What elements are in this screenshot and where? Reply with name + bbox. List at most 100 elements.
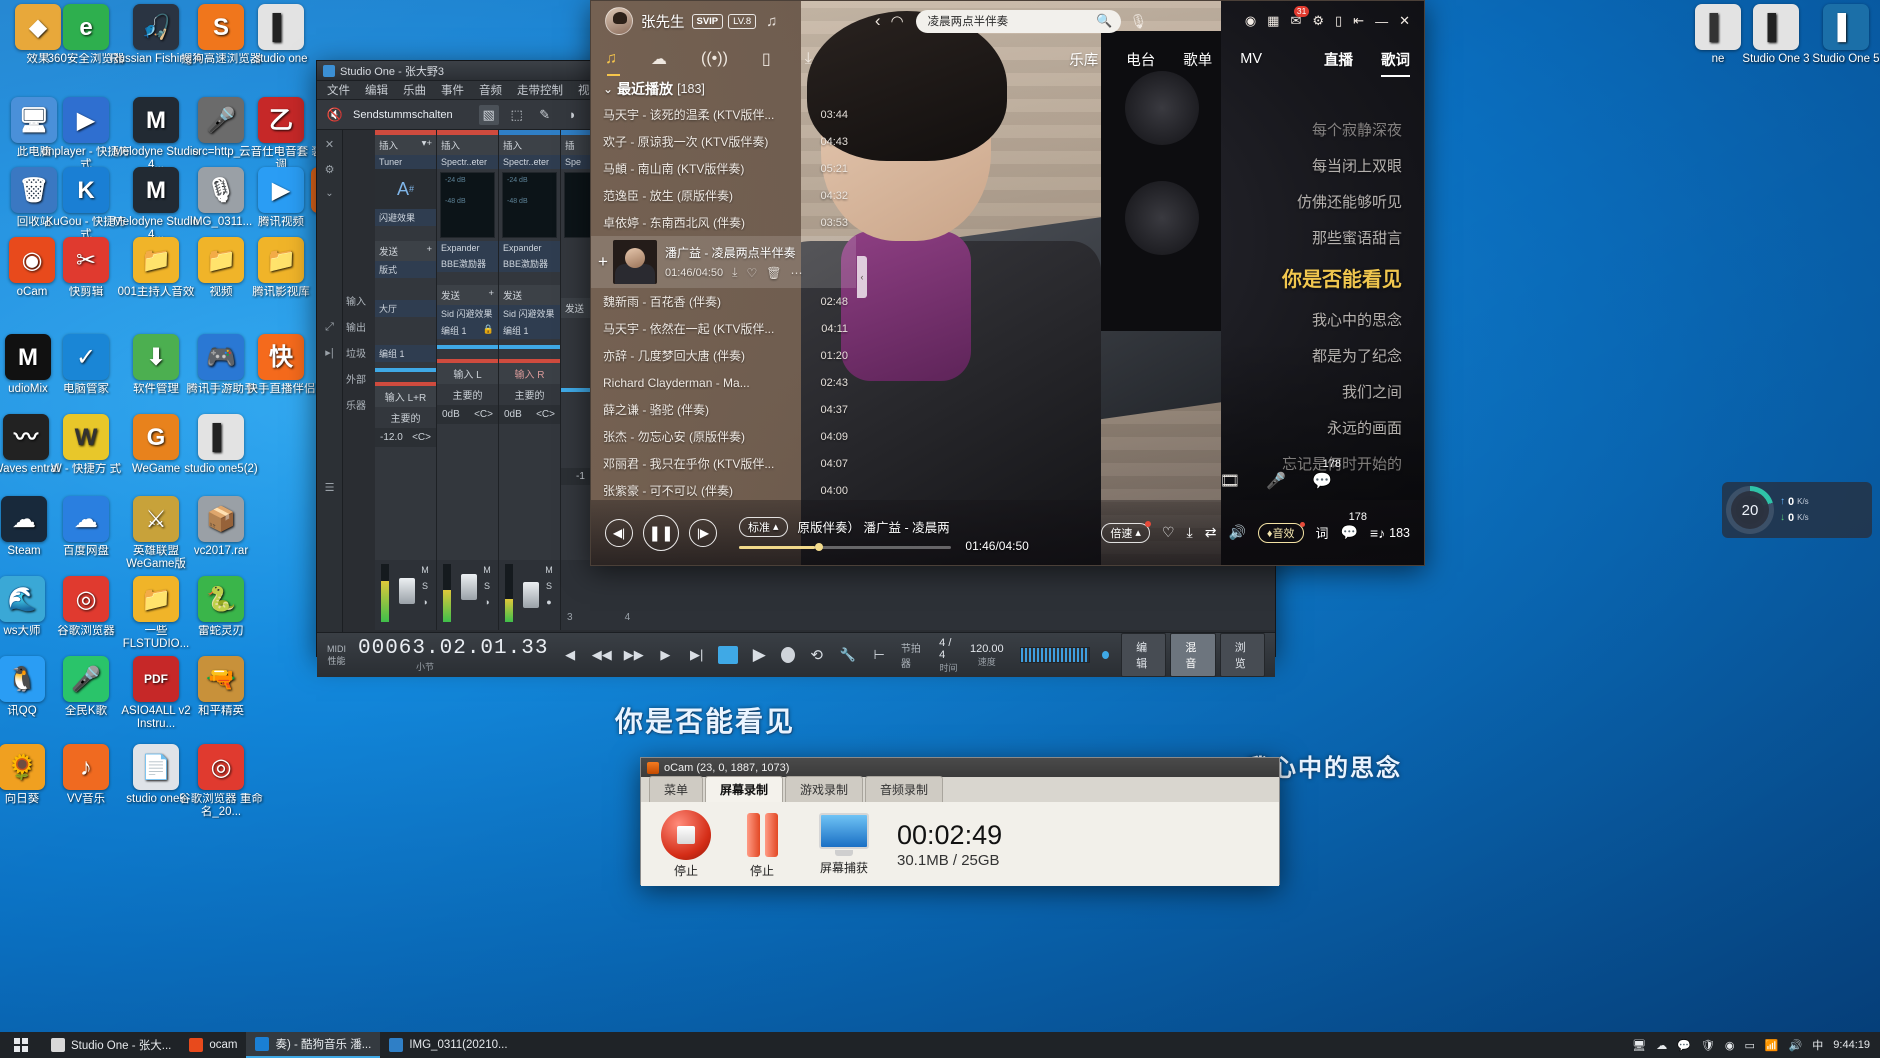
channel-db-pan[interactable]: 0dB <C> (437, 405, 498, 424)
menu-event[interactable]: 事件 (441, 82, 464, 98)
list-item[interactable]: 欢子 - 原谅我一次 (KTV版伴奏) 04:43 (591, 128, 856, 155)
radio-wave-icon[interactable]: ((•)) (701, 50, 728, 68)
download-icon[interactable]: ⤓ (732, 265, 737, 280)
previous-track-button[interactable]: ◀| (605, 518, 633, 547)
desktop-icon[interactable]: ▌ studio one5(2) (175, 414, 267, 476)
player-control-bar[interactable]: ◀| ❚❚ |▶ 标准 ▴ 原版伴奏） 潘广益 - 凌晨两 01:46/04:50… (591, 500, 1424, 565)
chat-icon[interactable]: 💬 (1677, 1039, 1691, 1052)
ocam-body[interactable]: 停止 停止 屏幕捕获 00:02:49 30.1MB / 25GB (641, 802, 1279, 886)
collapse-playlist-handle[interactable]: ‹ (857, 256, 867, 298)
range-tool-icon[interactable]: ⬚ (507, 105, 527, 125)
next-track-button[interactable]: |▶ (689, 518, 717, 547)
list-icon[interactable]: ☰ (325, 481, 335, 494)
speed-selector[interactable]: 倍速 ▴ (1101, 520, 1151, 543)
forward-icon[interactable]: ▶ (656, 645, 675, 665)
menu-edit[interactable]: 编辑 (365, 82, 388, 98)
metronome-icon[interactable]: ⊢ (870, 645, 889, 665)
start-button[interactable] (0, 1032, 42, 1058)
list-item[interactable]: 范逸臣 - 放生 (原版伴奏) 04:32 (591, 182, 856, 209)
comment-icon[interactable]: 💬 178 (1312, 458, 1341, 491)
format-slot[interactable]: 版式 (375, 261, 436, 278)
shuffle-icon[interactable]: ⇄ (1205, 524, 1217, 541)
cloud-icon[interactable]: ☁ (1656, 1039, 1667, 1052)
edit-view-button[interactable]: 编辑 (1121, 633, 1167, 677)
search-icon[interactable]: 🔍 (1096, 13, 1112, 29)
taskbar[interactable]: Studio One - 张大... ocam 奏) - 酷狗音乐 潘... I… (0, 1032, 1880, 1058)
kugou-music-window[interactable]: 张先生 SVIP LV.8 ♫ ‹ ◠ 🔍 🎙 ◉ ▦ ✉31 ⚙ ▯ ⇤ — … (590, 0, 1425, 566)
shield-icon[interactable]: 🛡 (1701, 1039, 1715, 1052)
mixer-left-rail[interactable]: ✕ ⚙ ⌄ ⤢ ▸| ☰ (317, 130, 343, 677)
insert-slot-header[interactable]: 插入 ▾+ (375, 135, 436, 155)
nav-trash[interactable]: 垃圾 (346, 342, 375, 368)
menu-library[interactable]: 乐库 (1069, 49, 1098, 70)
music-note-icon[interactable]: ♫ (766, 13, 777, 30)
system-tray[interactable]: 🖥 ☁ 💬 🛡 ◉ ▭ 📶 🔊 中 9:44:19 (1632, 1037, 1880, 1053)
time-signature[interactable]: 4 / 4 (939, 637, 958, 661)
list-item-current[interactable]: + 潘广益 - 凌晨两点半伴奏 01:46/04:50 ⤓ ♡ 🗑 ⋯ (591, 236, 856, 288)
progress-bar[interactable]: 01:46/04:50 (739, 539, 1029, 553)
menu-playlist[interactable]: 歌单 (1183, 49, 1212, 70)
volume-fader[interactable] (399, 578, 415, 604)
tab-game-record[interactable]: 游戏录制 (785, 776, 864, 802)
list-item[interactable]: 薛之谦 - 骆驼 (伴奏) 04:37 (591, 396, 856, 423)
group-slot[interactable]: 编组 1 🔒 (437, 322, 498, 339)
menu-file[interactable]: 文件 (327, 82, 350, 98)
window-controls[interactable]: ◉ ▦ ✉ 31 ⚙ ▯ ⇤ — ✕ (1245, 6, 1410, 29)
mute-speaker-icon[interactable]: 🔇 (325, 105, 345, 125)
heart-icon[interactable]: ♡ (746, 266, 757, 280)
ime-indicator[interactable]: 中 (1812, 1037, 1823, 1053)
download-icon[interactable]: ⤓ (1187, 524, 1193, 541)
nav-instrument[interactable]: 乐器 (346, 394, 375, 420)
clock[interactable]: 9:44:19 (1833, 1039, 1870, 1051)
list-item[interactable]: Richard Clayderman - Ma... 02:43 (591, 369, 856, 396)
ducking-slot[interactable]: 闪避效果 (375, 209, 436, 226)
desktop-icon[interactable]: 📦 vc2017.rar (175, 496, 267, 558)
list-item[interactable]: 张杰 - 勿忘心安 (原版伴奏) 04:09 (591, 423, 856, 450)
level-badge[interactable]: LV.8 (728, 13, 757, 29)
plugin-expander[interactable]: Expander (437, 241, 498, 255)
plugin-spectrometer[interactable]: Spectr..eter (437, 155, 498, 169)
phone-icon[interactable]: ▯ (762, 49, 771, 69)
transport-time[interactable]: 00063.02.01.33 (358, 637, 548, 660)
stop-button[interactable] (718, 646, 738, 664)
channel-strip[interactable]: 插入 Spectr..eter -24 dB -48 dB Expander B… (499, 130, 561, 560)
menu-lyrics[interactable]: 歌词 (1381, 49, 1410, 77)
arrow-tool-icon[interactable]: ▧ (478, 104, 499, 125)
send-header[interactable]: 发送 + (437, 285, 498, 305)
user-name[interactable]: 张先生 (641, 11, 685, 32)
fader-strip-rest[interactable]: 34 (561, 560, 1275, 630)
send-header[interactable]: 发送 (499, 285, 560, 305)
click-icon[interactable]: 🔧 (838, 645, 857, 665)
ocam-window[interactable]: oCam (23, 0, 1887, 1073) 菜单 屏幕录制 游戏录制 音频… (640, 757, 1280, 886)
tab-screen-record[interactable]: 屏幕录制 (705, 776, 784, 802)
list-item[interactable]: 邓丽君 - 我只在乎你 (KTV版伴... 04:07 (591, 450, 856, 477)
plugin-expander[interactable]: Expander (499, 241, 560, 255)
channel-strip[interactable]: 插入 ▾+ Tuner A # 闪避效果 发送 + 版式 大厅 编组 1 输入 L+R… (375, 130, 437, 560)
taskbar-item-ocam[interactable]: ocam (180, 1032, 246, 1058)
stop-recording-button[interactable]: 停止 (657, 809, 715, 879)
ocam-tabs[interactable]: 菜单 屏幕录制 游戏录制 音频录制 (641, 776, 1279, 802)
channel-db-pan[interactable]: -12.0 <C> (375, 428, 436, 447)
search-input[interactable] (927, 15, 1097, 27)
pause-recording-button[interactable]: 停止 (733, 810, 791, 879)
progress-handle[interactable] (815, 543, 824, 551)
collapse-icon[interactable]: ⤢ (325, 321, 334, 334)
svip-badge[interactable]: SVIP (691, 13, 724, 29)
desktop-icon[interactable]: 快 快手直播伴侣 (235, 334, 327, 396)
refresh-icon[interactable]: ◠ (891, 12, 904, 30)
mute-solo-buttons[interactable]: M S ◑ (416, 562, 434, 610)
volume-icon[interactable]: 🔊 (1228, 524, 1245, 541)
rewind-icon[interactable]: ◀◀ (592, 645, 612, 665)
film-icon[interactable]: 🎞 (1220, 471, 1240, 491)
playlist-header[interactable]: ⌄ 最近播放 [183] (591, 77, 881, 101)
plugin-spectrometer[interactable]: Spectr..eter (499, 155, 560, 169)
lock-icon[interactable]: 🔒 (483, 324, 494, 337)
comment-panel-icon[interactable]: 💬 178 (1341, 511, 1367, 541)
list-item[interactable]: 马天宇 - 依然在一起 (KTV版伴... 04:11 (591, 315, 856, 342)
eraser-tool-icon[interactable]: ◗ (563, 105, 583, 125)
insert-slot-header[interactable]: 插入 (437, 135, 498, 155)
desktop-icon[interactable]: ▌ studio one (235, 4, 327, 66)
nav-output[interactable]: 输出 (346, 316, 375, 342)
menu-live[interactable]: 直播 (1324, 49, 1353, 70)
browse-view-button[interactable]: 浏览 (1219, 633, 1265, 677)
